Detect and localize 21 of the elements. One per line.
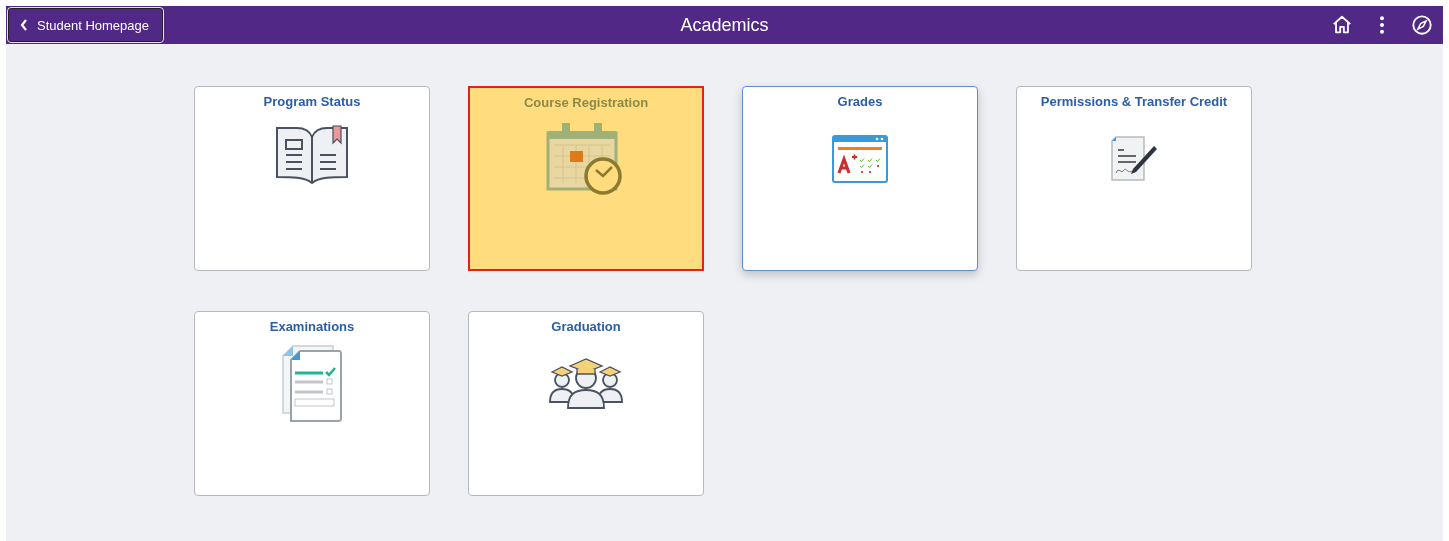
more-options-icon[interactable] [1378,15,1386,35]
home-icon[interactable] [1331,14,1353,36]
checklist-document-icon [281,344,343,423]
tile[interactable]: Graduation [468,311,704,496]
tile[interactable]: Program Status [194,86,430,271]
tile[interactable]: Grades [742,86,978,271]
tile-title: Course Registration [523,95,649,110]
tile-title: Program Status [263,94,361,109]
document-pen-icon [1110,135,1158,182]
tile-title: Grades [837,94,883,109]
tile[interactable]: Examinations [194,311,430,496]
tile-title: Permissions & Transfer Credit [1040,94,1228,109]
tile-title: Examinations [269,319,355,334]
graduates-icon [549,357,623,410]
compass-icon[interactable] [1411,14,1433,36]
tile-title: Graduation [551,319,621,334]
grade-sheet-icon [832,134,888,183]
tile[interactable]: Permissions & Transfer Credit [1016,86,1252,271]
page-title: Academics [680,14,769,36]
chevron-icon [20,19,28,31]
back-button[interactable]: Student Homepage [7,7,165,43]
